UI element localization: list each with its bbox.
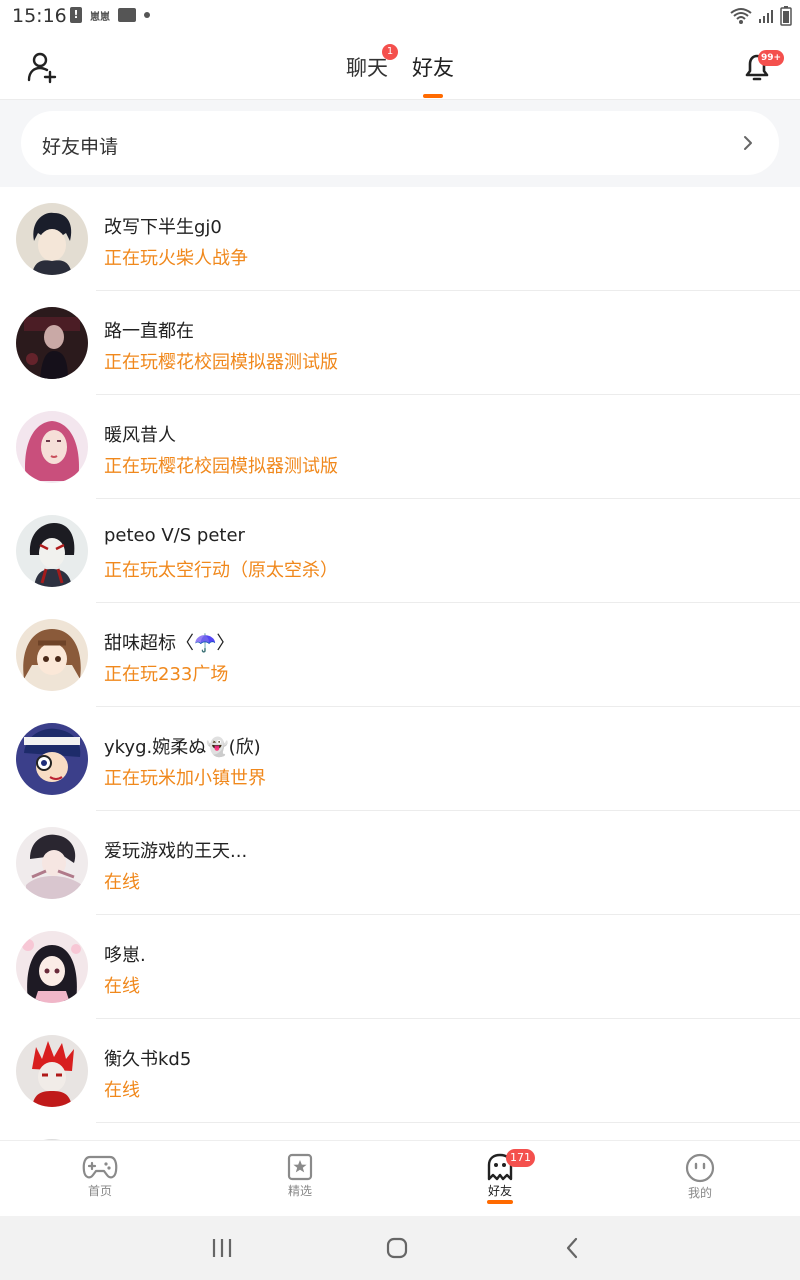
- friend-status: 正在玩米加小镇世界: [104, 768, 266, 789]
- signal-icon: [759, 10, 773, 23]
- battery-icon: [780, 6, 792, 26]
- folder-icon: [118, 8, 136, 22]
- system-nav-bar: [0, 1216, 800, 1280]
- star-bookmark-icon: [287, 1153, 313, 1181]
- nav-mine-label: 我的: [687, 1186, 712, 1200]
- friend-request-row[interactable]: 好友申请: [21, 111, 779, 175]
- avatar: [16, 411, 88, 483]
- friend-status: 正在玩樱花校园模拟器测试版: [104, 456, 338, 477]
- tab-friends-label: 好友: [412, 56, 454, 80]
- chat-badge: 1: [382, 44, 398, 60]
- friend-row[interactable]: 暖风昔人 正在玩樱花校园模拟器测试版: [0, 395, 800, 499]
- notif-app-text: 崽崽: [90, 11, 110, 23]
- avatar: [16, 827, 88, 899]
- tab-chat-label: 聊天: [346, 56, 388, 80]
- gamepad-icon: [82, 1155, 118, 1179]
- avatar: [16, 203, 88, 275]
- friend-name: 改写下半生gj0: [104, 217, 222, 238]
- alert-icon: !: [70, 7, 82, 23]
- active-tab-indicator: [423, 94, 443, 98]
- request-section: 好友申请: [0, 100, 800, 187]
- friend-name: 衡久书kd5: [104, 1049, 192, 1070]
- nav-home[interactable]: 首页: [60, 1153, 140, 1199]
- friend-status: 正在玩火柴人战争: [104, 248, 248, 269]
- avatar: [16, 931, 88, 1003]
- friend-row[interactable]: ykyg.婉柔ぬ👻(欣) 正在玩米加小镇世界: [0, 707, 800, 811]
- avatar: [16, 619, 88, 691]
- friend-row[interactable]: 哆崽. 在线: [0, 915, 800, 1019]
- status-time: 15:16: [12, 5, 67, 27]
- friend-row[interactable]: 路一直都在 正在玩樱花校园模拟器测试版: [0, 291, 800, 395]
- chevron-right-icon: [744, 136, 752, 150]
- system-icons: [730, 6, 792, 26]
- friend-name: 哆崽.: [104, 945, 146, 966]
- friend-row[interactable]: 衡久书kd5 在线: [0, 1019, 800, 1123]
- friend-request-label: 好友申请: [42, 136, 119, 158]
- avatar: [16, 307, 88, 379]
- nav-mine[interactable]: 我的: [660, 1153, 740, 1201]
- top-header: 聊天 1 好友 99+: [0, 34, 800, 100]
- nav-featured-label: 精选: [287, 1184, 312, 1198]
- friends-nav-badge: 171: [506, 1149, 535, 1167]
- add-friend-icon[interactable]: [26, 50, 60, 84]
- nav-home-label: 首页: [87, 1184, 112, 1198]
- friend-status: 在线: [104, 976, 140, 997]
- friend-status: 正在玩樱花校园模拟器测试版: [104, 352, 338, 373]
- friend-name: 甜味超标〈☂️〉: [104, 633, 235, 654]
- home-icon[interactable]: [385, 1236, 409, 1260]
- smiley-face-icon: [685, 1153, 715, 1183]
- friend-row[interactable]: 改写下半生gj0 正在玩火柴人战争: [0, 187, 800, 291]
- recent-apps-icon[interactable]: [210, 1236, 234, 1260]
- status-bar: 15:16 ! 崽崽: [0, 0, 800, 34]
- friend-row[interactable]: 爱玩游戏的王天... 在线: [0, 811, 800, 915]
- friend-name: 路一直都在: [104, 321, 194, 342]
- avatar: [16, 723, 88, 795]
- nav-featured[interactable]: 精选: [260, 1153, 340, 1199]
- avatar: [16, 1035, 88, 1107]
- friend-name: ykyg.婉柔ぬ👻(欣): [104, 737, 261, 758]
- friend-list[interactable]: 改写下半生gj0 正在玩火柴人战争 路一直都在 正在玩樱花校园模拟器测试版 暖风…: [0, 187, 800, 1140]
- nav-friends-label: 好友: [487, 1184, 512, 1198]
- back-icon[interactable]: [560, 1236, 584, 1260]
- tab-chat[interactable]: 聊天 1: [346, 44, 398, 82]
- friend-status: 在线: [104, 872, 140, 893]
- friend-name: 暖风昔人: [104, 425, 176, 446]
- header-tabs: 聊天 1 好友: [346, 44, 454, 98]
- friends-screen: 15:16 ! 崽崽 聊天 1 好友 99+ 好友申请 改写下半生gj0 正在玩…: [0, 0, 800, 1280]
- friend-name: 爱玩游戏的王天...: [104, 841, 248, 862]
- active-nav-indicator: [487, 1200, 513, 1204]
- notification-icons: ! 崽崽: [70, 7, 150, 23]
- bottom-nav: 首页 精选 171 好友 我的: [0, 1140, 800, 1216]
- friend-row-partial[interactable]: [0, 1123, 800, 1140]
- nav-friends[interactable]: 171 好友: [460, 1149, 540, 1204]
- tab-friends[interactable]: 好友: [412, 52, 454, 98]
- friend-status: 正在玩233广场: [104, 664, 229, 685]
- notification-badge: 99+: [758, 50, 785, 66]
- friend-row[interactable]: peteo V/S peter 正在玩太空行动（原太空杀）: [0, 499, 800, 603]
- friend-status: 在线: [104, 1080, 140, 1101]
- friend-row[interactable]: 甜味超标〈☂️〉 正在玩233广场: [0, 603, 800, 707]
- more-dot-icon: [144, 12, 150, 18]
- friend-status: 正在玩太空行动（原太空杀）: [104, 560, 338, 581]
- avatar: [16, 515, 88, 587]
- friend-name: peteo V/S peter: [104, 525, 245, 546]
- wifi-icon: [730, 8, 752, 24]
